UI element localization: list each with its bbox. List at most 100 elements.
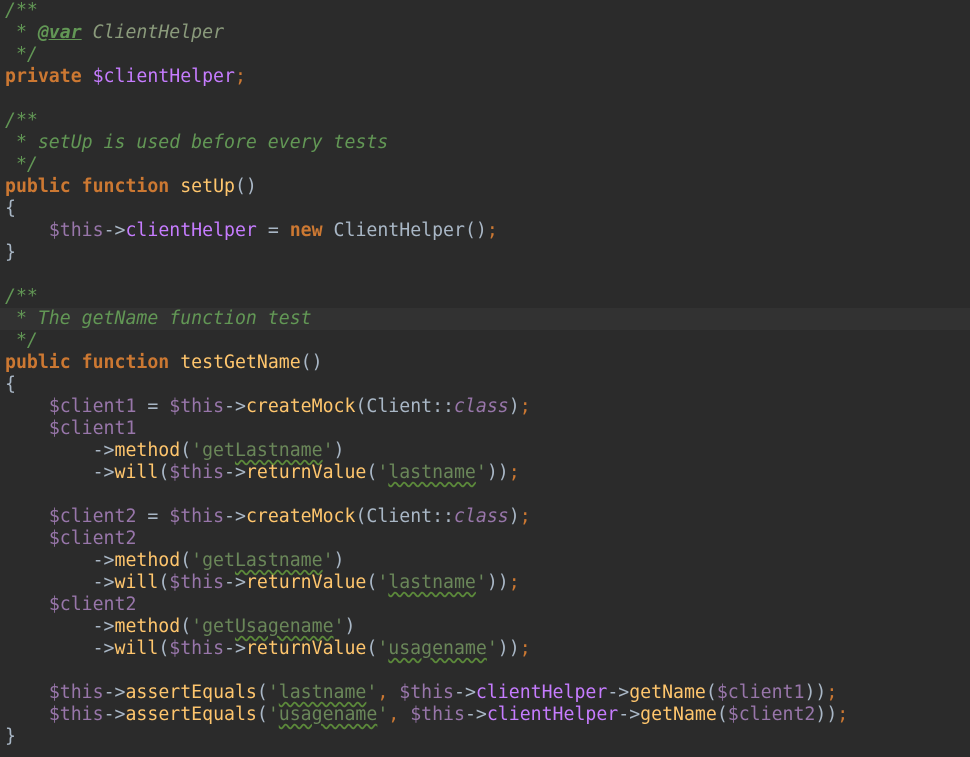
code-line[interactable]: { bbox=[0, 374, 970, 396]
code-token: public bbox=[5, 176, 82, 197]
code-token: ( bbox=[158, 462, 170, 483]
code-line[interactable]: $client1 = $this->createMock(Client::cla… bbox=[0, 396, 970, 418]
code-token: ClientHelper bbox=[333, 220, 465, 241]
code-line[interactable]: */ bbox=[0, 154, 970, 176]
code-line[interactable]: $client2 = $this->createMock(Client::cla… bbox=[0, 506, 970, 528]
code-token: will bbox=[114, 462, 159, 483]
code-line[interactable]: $this->assertEquals('lastname', $this->c… bbox=[0, 682, 970, 704]
code-line[interactable]: ->method('getUsagename') bbox=[0, 616, 970, 638]
code-token: -> bbox=[103, 704, 126, 725]
code-token: = bbox=[256, 220, 290, 241]
code-token: ) bbox=[333, 550, 345, 571]
code-line[interactable]: { bbox=[0, 198, 970, 220]
code-line[interactable]: */ bbox=[0, 44, 970, 66]
code-token: } bbox=[5, 726, 16, 747]
code-token: $this bbox=[169, 396, 225, 417]
code-token: 'get bbox=[191, 550, 235, 571]
code-line[interactable] bbox=[0, 660, 970, 682]
code-token: createMock bbox=[245, 396, 356, 417]
code-token: ( bbox=[716, 704, 728, 725]
code-token: -> bbox=[5, 462, 115, 483]
code-line[interactable]: * @var ClientHelper bbox=[0, 22, 970, 44]
code-token: :: bbox=[432, 506, 454, 527]
code-token: ; bbox=[519, 396, 531, 417]
code-token: createMock bbox=[245, 506, 356, 527]
code-line[interactable]: ->will($this->returnValue('lastname')); bbox=[0, 572, 970, 594]
code-line[interactable]: ->will($this->returnValue('usagename')); bbox=[0, 638, 970, 660]
code-token: -> bbox=[5, 616, 115, 637]
code-token: = bbox=[136, 506, 170, 527]
code-editor[interactable]: /** * @var ClientHelper */private $clien… bbox=[0, 0, 970, 757]
code-line[interactable]: /** bbox=[0, 286, 970, 308]
code-token: -> bbox=[224, 638, 246, 659]
code-line[interactable]: private $clientHelper; bbox=[0, 66, 970, 88]
code-line[interactable]: public function testGetName() bbox=[0, 352, 970, 374]
code-line[interactable]: * The getName function test bbox=[0, 308, 970, 330]
code-token: } bbox=[5, 242, 16, 263]
code-token: 'get bbox=[191, 440, 235, 461]
code-line[interactable]: $client2 bbox=[0, 594, 970, 616]
code-token: $client1 bbox=[716, 682, 805, 703]
code-token: lastname bbox=[388, 462, 476, 483]
code-line[interactable]: ->method('getLastname') bbox=[0, 440, 970, 462]
code-token: ; bbox=[508, 572, 520, 593]
code-token: clientHelper bbox=[125, 220, 257, 241]
code-line[interactable]: */ bbox=[0, 330, 970, 352]
code-token: ClientHelper bbox=[81, 22, 225, 43]
code-line[interactable]: /** bbox=[0, 0, 970, 22]
code-line[interactable]: public function setUp() bbox=[0, 176, 970, 198]
code-token: method bbox=[114, 616, 181, 637]
code-token: returnValue bbox=[245, 462, 367, 483]
code-token: -> bbox=[618, 704, 641, 725]
code-line[interactable] bbox=[0, 88, 970, 110]
code-line[interactable]: $this->clientHelper = new ClientHelper()… bbox=[0, 220, 970, 242]
code-token: -> bbox=[464, 704, 487, 725]
code-token: ' bbox=[322, 440, 334, 461]
code-token: new bbox=[289, 220, 334, 241]
code-token: ; bbox=[508, 462, 520, 483]
code-line[interactable]: ->will($this->returnValue('lastname')); bbox=[0, 462, 970, 484]
code-token: $client2 bbox=[48, 594, 137, 615]
code-token: $client1 bbox=[48, 396, 137, 417]
code-token: $client2 bbox=[48, 528, 137, 549]
code-token: lastname bbox=[388, 572, 476, 593]
code-line[interactable]: } bbox=[0, 726, 970, 748]
code-token: Client bbox=[366, 506, 433, 527]
code-token: , bbox=[377, 682, 400, 703]
code-line[interactable]: /** bbox=[0, 110, 970, 132]
code-token: -> bbox=[454, 682, 476, 703]
code-token: ' bbox=[486, 638, 498, 659]
code-token: setUp bbox=[180, 176, 235, 197]
code-token: function bbox=[81, 176, 181, 197]
code-line[interactable]: $client1 bbox=[0, 418, 970, 440]
code-token: = bbox=[136, 396, 170, 417]
code-token: Usagename bbox=[234, 616, 334, 637]
code-token: ( bbox=[256, 682, 268, 703]
code-token: $this bbox=[410, 704, 465, 725]
code-token: -> bbox=[103, 220, 126, 241]
code-token: will bbox=[114, 638, 159, 659]
code-token: class bbox=[454, 396, 509, 417]
code-token: $this bbox=[399, 682, 454, 703]
code-line[interactable]: $client2 bbox=[0, 528, 970, 550]
code-token: ( bbox=[366, 572, 378, 593]
code-token: ' bbox=[322, 550, 334, 571]
code-token: )) bbox=[497, 638, 520, 659]
code-token: -> bbox=[5, 638, 115, 659]
code-line[interactable] bbox=[0, 264, 970, 286]
code-line[interactable]: ->method('getLastname') bbox=[0, 550, 970, 572]
code-line[interactable]: } bbox=[0, 242, 970, 264]
code-line[interactable]: * setUp is used before every tests bbox=[0, 132, 970, 154]
code-token: )) bbox=[804, 682, 827, 703]
code-token: $client1 bbox=[48, 418, 137, 439]
code-token: () bbox=[300, 352, 323, 373]
code-token: private bbox=[5, 66, 93, 87]
code-token: Lastname bbox=[234, 550, 323, 571]
code-line[interactable] bbox=[0, 484, 970, 506]
code-token: $this bbox=[48, 682, 104, 703]
code-token: public bbox=[5, 352, 82, 373]
code-token: ) bbox=[333, 440, 345, 461]
code-token: -> bbox=[103, 682, 126, 703]
code-line[interactable]: $this->assertEquals('usagename', $this->… bbox=[0, 704, 970, 726]
